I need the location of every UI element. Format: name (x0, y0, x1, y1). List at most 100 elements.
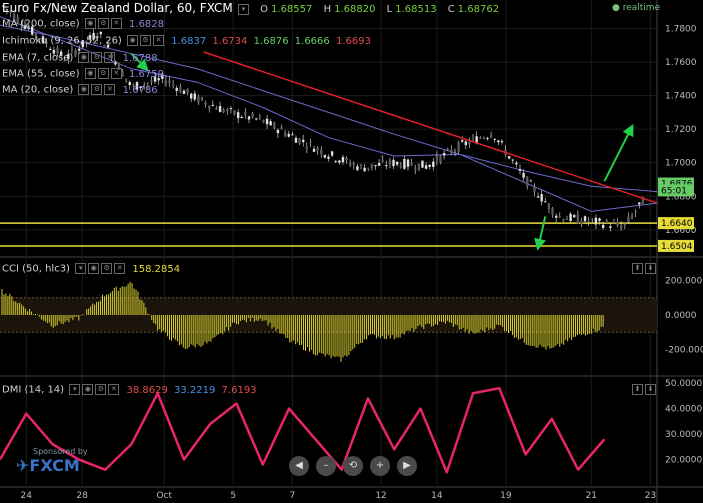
indicator-row-ema7[interactable]: EMA (7, close) ◉ ⚙ ✕ 1.6788 (2, 52, 158, 64)
indicator-value: 1.6837 (171, 35, 207, 47)
eye-icon[interactable]: ◉ (84, 18, 96, 29)
candle-body (399, 164, 402, 168)
indicator-row-ma20[interactable]: MA (20, close) ◉ ⚙ ✕ 1.6786 (2, 84, 158, 96)
indicator-row-ema55[interactable]: EMA (55, close) ◉ ⚙ ✕ 1.6759 (2, 68, 164, 80)
cci-panel (0, 281, 657, 362)
dropdown-icon[interactable]: ▾ (237, 3, 249, 15)
zoom-in-button[interactable]: + (370, 456, 390, 476)
cci-label: CCI (50, hlc3) (2, 263, 70, 275)
candle-body (269, 121, 272, 126)
indicator-label: MA (20, close) (2, 84, 74, 96)
candle-body (609, 226, 612, 228)
scroll-left-button[interactable]: ◀ (289, 456, 309, 476)
candle-body (518, 168, 522, 171)
candle-body (500, 141, 504, 143)
candle-body (526, 176, 529, 187)
minimize-icon[interactable]: ⬇ (645, 384, 656, 395)
settings-icon[interactable]: ⚙ (97, 68, 109, 79)
candle-body (236, 112, 240, 119)
eye-icon[interactable]: ◉ (127, 35, 139, 46)
eye-icon[interactable]: ◉ (84, 68, 96, 79)
fxcm-brand: FXCM (29, 456, 80, 475)
indicator-value: 1.6734 (212, 35, 248, 47)
scroll-right-button[interactable]: ▶ (397, 456, 417, 476)
chart-title[interactable]: Euro Fx/New Zealand Dollar, 60, FXCM (2, 1, 233, 15)
minimize-icon[interactable]: ⬇ (645, 263, 656, 274)
candle-body (544, 201, 547, 203)
candle-body (511, 159, 514, 161)
zoom-out-button[interactable]: – (316, 456, 336, 476)
candle-body (305, 146, 309, 149)
candle-body (421, 160, 424, 168)
candle-body (533, 186, 536, 192)
candle-body (403, 158, 406, 169)
settings-icon[interactable]: ⚙ (140, 35, 152, 46)
candle-body (200, 97, 204, 101)
candle-body (309, 141, 312, 143)
candle-body (345, 157, 348, 160)
close-label: C (447, 4, 455, 15)
settings-icon[interactable]: ⚙ (91, 84, 103, 95)
settings-icon[interactable]: ⚙ (97, 18, 109, 29)
close-icon[interactable]: ✕ (104, 52, 116, 63)
x-tick-label: 24 (21, 491, 33, 501)
candle-body (424, 165, 428, 169)
eye-icon[interactable]: ◉ (78, 52, 90, 63)
reset-button[interactable]: ⟲ (343, 456, 363, 476)
candle-body (175, 87, 178, 92)
settings-icon[interactable]: ⚙ (91, 52, 103, 63)
candle-body (338, 160, 341, 163)
fxcm-logo[interactable]: ✈FXCM (16, 456, 80, 475)
cci-header[interactable]: CCI (50, hlc3) ▾ ◉ ⚙ ✕ 158.2854 (2, 263, 180, 275)
dmi-header[interactable]: DMI (14, 14) ▾ ◉ ⚙ ✕ 38.8629 33.2219 7.6193 (2, 384, 257, 396)
close-icon[interactable]: ✕ (110, 18, 122, 29)
candle-body (471, 137, 475, 139)
candle-body (630, 214, 634, 219)
indicator-row-ichimoku[interactable]: Ichimoku (9, 26, 52, 26) ◉ ⚙ ✕ 1.6837 1.67… (2, 35, 371, 47)
eye-icon[interactable]: ◉ (88, 263, 100, 274)
candle-body (442, 153, 446, 156)
x-tick-label: 5 (230, 491, 236, 501)
high-label: H (323, 4, 332, 15)
eye-icon[interactable]: ◉ (82, 384, 94, 395)
candle-body (395, 161, 399, 165)
settings-icon[interactable]: ⚙ (101, 263, 113, 274)
signal-arrow (534, 216, 547, 251)
cci-panel-controls[interactable]: ⬆ ⬇ (630, 263, 656, 275)
candle-body (352, 163, 355, 166)
close-icon[interactable]: ✕ (114, 263, 126, 274)
close-icon[interactable]: ✕ (153, 35, 165, 46)
open-value: 1.68557 (271, 4, 313, 15)
candle-body (464, 141, 468, 146)
indicator-label: Ichimoku (9, 26, 52, 26) (2, 35, 122, 47)
candle-body (598, 218, 601, 221)
maximize-icon[interactable]: ⬆ (632, 384, 643, 395)
close-icon[interactable]: ✕ (110, 68, 122, 79)
indicator-value: 1.6788 (122, 52, 158, 64)
eye-icon[interactable]: ◉ (78, 84, 90, 95)
price-label: 65:01 (661, 186, 687, 196)
maximize-icon[interactable]: ⬆ (632, 263, 643, 274)
indicator-label: EMA (55, close) (2, 68, 80, 80)
candle-body (323, 155, 327, 158)
dropdown-icon[interactable]: ▾ (69, 384, 81, 395)
candle-body (515, 162, 518, 165)
fxcm-logo-icon: ✈ (16, 456, 30, 475)
indicator-label: EMA (7, close) (2, 52, 74, 64)
candle-body (453, 150, 457, 152)
indicator-value: 1.6759 (128, 68, 164, 80)
candle-body (529, 180, 533, 182)
dmi-panel-controls[interactable]: ⬆ ⬇ (630, 384, 656, 396)
close-icon[interactable]: ✕ (104, 84, 116, 95)
indicator-row-ma200[interactable]: MA (200, close) ◉ ⚙ ✕ 1.6828 (2, 18, 164, 30)
low-label: L (386, 4, 393, 15)
indicator-value: 1.6876 (253, 35, 289, 47)
close-icon[interactable]: ✕ (108, 384, 120, 395)
x-tick-label: 23 (645, 491, 656, 501)
candle-body (363, 167, 366, 172)
candle-body (327, 156, 330, 159)
candle-body (627, 216, 630, 222)
dropdown-icon[interactable]: ▾ (75, 263, 87, 274)
y-tick-label: 1.7600 (665, 58, 697, 68)
settings-icon[interactable]: ⚙ (95, 384, 107, 395)
